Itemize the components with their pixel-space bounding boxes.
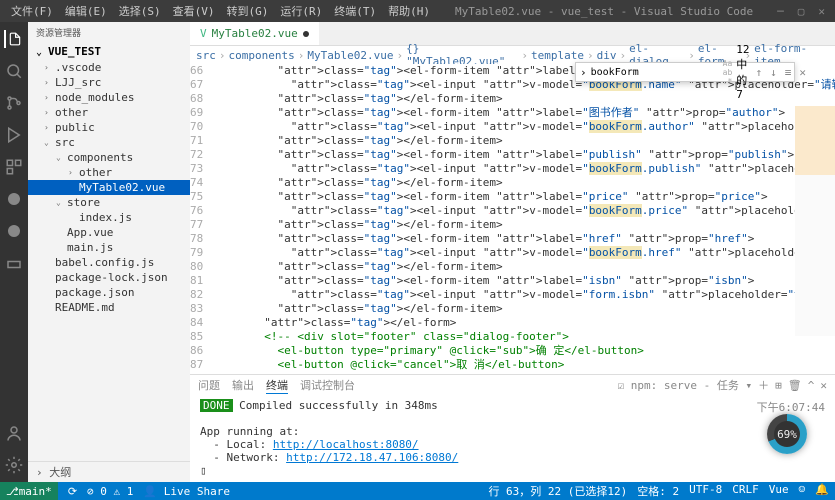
term-tab-2[interactable]: 终端 <box>266 377 288 394</box>
close-icon[interactable]: ✕ <box>818 5 825 18</box>
code-area[interactable]: 6667686970717273747576777879808182838485… <box>190 64 835 374</box>
match-count: 12 中的 7 <box>736 43 749 101</box>
menu-bar: 文件(F)编辑(E)选择(S)查看(V)转到(G)运行(R)终端(T)帮助(H) <box>0 1 441 21</box>
maximize-icon[interactable]: ▢ <box>798 5 805 18</box>
git-branch[interactable]: ⎇ main* <box>0 482 58 500</box>
terminal-panel: 问题输出终端调试控制台☑ npm: serve - 任务 ▾＋⊞🗑^✕ DONE… <box>190 374 835 482</box>
docker-icon[interactable] <box>5 254 23 272</box>
modified-icon <box>303 31 309 37</box>
source-control-icon[interactable] <box>5 94 23 112</box>
menu-帮助[interactable]: 帮助(H) <box>383 1 435 21</box>
tree-item-components[interactable]: ⌄components <box>28 150 190 165</box>
window-controls: ─ ▢ ✕ <box>767 5 835 18</box>
find-widget[interactable]: › Aa ab .* 12 中的 7 ↑ ↓ ≡ ✕ <box>575 62 795 82</box>
gear-icon[interactable] <box>5 456 23 474</box>
editor: V MyTable02.vue src›components›MyTable02… <box>190 22 835 482</box>
tree-item-package.json[interactable]: package.json <box>28 285 190 300</box>
tree-item-public[interactable]: ›public <box>28 120 190 135</box>
account-icon[interactable] <box>5 424 23 442</box>
term-tab-3[interactable]: 调试控制台 <box>300 377 355 393</box>
menu-选择[interactable]: 选择(S) <box>114 1 166 21</box>
breadcrumb-item[interactable]: MyTable02.vue <box>307 49 393 62</box>
search-icon[interactable] <box>5 62 23 80</box>
explorer-icon[interactable] <box>4 30 22 48</box>
code-body[interactable]: "attr">class="tag"><el-form-item "attr">… <box>211 64 835 374</box>
window-title: MyTable02.vue - vue_test - Visual Studio… <box>441 5 767 18</box>
chevron-right-icon[interactable]: › <box>580 66 587 79</box>
tree-item-node_modules[interactable]: ›node_modules <box>28 90 190 105</box>
live-share[interactable]: 👤 Live Share <box>143 485 230 498</box>
term-tab-1[interactable]: 输出 <box>232 377 254 393</box>
tree-item-LJJ_src[interactable]: ›LJJ_src <box>28 75 190 90</box>
tree-item-index.js[interactable]: index.js <box>28 210 190 225</box>
search-input[interactable] <box>591 67 719 78</box>
sidebar: 资源管理器 ⌄ VUE_TEST ›.vscode›LJJ_src›node_m… <box>28 22 190 482</box>
cursor-position[interactable]: 行 63，列 22 (已选择12) <box>488 483 627 499</box>
close-find-icon[interactable]: ✕ <box>797 66 808 79</box>
terminal-body[interactable]: DONE Compiled successfully in 348ms 下午6:… <box>190 395 835 482</box>
selection-icon[interactable]: ≡ <box>783 66 794 79</box>
gutter: 6667686970717273747576777879808182838485… <box>190 64 211 374</box>
edge-icon[interactable] <box>5 190 23 208</box>
tree-item-README.md[interactable]: README.md <box>28 300 190 315</box>
file-tree: ›.vscode›LJJ_src›node_modules›other›publ… <box>28 60 190 461</box>
eol-status[interactable]: CRLF <box>732 483 759 499</box>
debug-icon[interactable] <box>5 126 23 144</box>
breadcrumb-item[interactable]: components <box>229 49 295 62</box>
tree-item-MyTable02.vue[interactable]: MyTable02.vue <box>28 180 190 195</box>
breadcrumb-item[interactable]: src <box>196 49 216 62</box>
menu-转到[interactable]: 转到(G) <box>222 1 274 21</box>
menu-编辑[interactable]: 编辑(E) <box>60 1 112 21</box>
tree-item-package-lock.json[interactable]: package-lock.json <box>28 270 190 285</box>
tree-item-.vscode[interactable]: ›.vscode <box>28 60 190 75</box>
tree-item-babel.config.js[interactable]: babel.config.js <box>28 255 190 270</box>
project-name[interactable]: ⌄ VUE_TEST <box>28 43 190 60</box>
breadcrumb-item[interactable]: template <box>531 49 584 62</box>
bell-icon[interactable]: 🔔 <box>815 483 829 499</box>
tree-item-App.vue[interactable]: App.vue <box>28 225 190 240</box>
next-match-icon[interactable]: ↓ <box>768 66 779 79</box>
outline-section[interactable]: › 大纲 <box>28 461 190 482</box>
tree-item-store[interactable]: ⌄store <box>28 195 190 210</box>
breadcrumb-item[interactable]: div <box>597 49 617 62</box>
tree-item-other[interactable]: ›other <box>28 165 190 180</box>
local-url[interactable]: - Local: http://localhost:8080/ <box>213 438 418 451</box>
menu-运行[interactable]: 运行(R) <box>275 1 327 21</box>
sidebar-header: 资源管理器 <box>28 22 190 43</box>
tree-item-main.js[interactable]: main.js <box>28 240 190 255</box>
terminal-tabs: 问题输出终端调试控制台☑ npm: serve - 任务 ▾＋⊞🗑^✕ <box>190 375 835 395</box>
compile-time: 下午6:07:44 <box>757 399 825 415</box>
feedback-icon[interactable]: ☺ <box>799 483 806 499</box>
menu-查看[interactable]: 查看(V) <box>168 1 220 21</box>
tree-item-other[interactable]: ›other <box>28 105 190 120</box>
titlebar: 文件(F)编辑(E)选择(S)查看(V)转到(G)运行(R)终端(T)帮助(H)… <box>0 0 835 22</box>
menu-终端[interactable]: 终端(T) <box>329 1 381 21</box>
indent-status[interactable]: 空格: 2 <box>637 483 679 499</box>
tab-mytable02[interactable]: V MyTable02.vue <box>190 22 319 45</box>
progress-donut: 69% <box>767 414 807 454</box>
status-bar: ⎇ main* ⟳ ⊘ 0 ⚠ 1 👤 Live Share 行 63，列 22… <box>0 482 835 500</box>
problems-status[interactable]: ⊘ 0 ⚠ 1 <box>87 485 133 498</box>
extensions-icon[interactable] <box>5 158 23 176</box>
lang-status[interactable]: Vue <box>769 483 789 499</box>
encoding-status[interactable]: UTF-8 <box>689 483 722 499</box>
minimap[interactable] <box>795 106 835 336</box>
network-url[interactable]: - Network: http://172.18.47.106:8080/ <box>213 451 458 464</box>
github-icon[interactable] <box>5 222 23 240</box>
sync-icon[interactable]: ⟳ <box>68 485 77 498</box>
term-tab-0[interactable]: 问题 <box>198 377 220 393</box>
activity-bar <box>0 22 28 482</box>
menu-文件[interactable]: 文件(F) <box>6 1 58 21</box>
prev-match-icon[interactable]: ↑ <box>754 66 765 79</box>
minimize-icon[interactable]: ─ <box>777 5 784 18</box>
tree-item-src[interactable]: ⌄src <box>28 135 190 150</box>
